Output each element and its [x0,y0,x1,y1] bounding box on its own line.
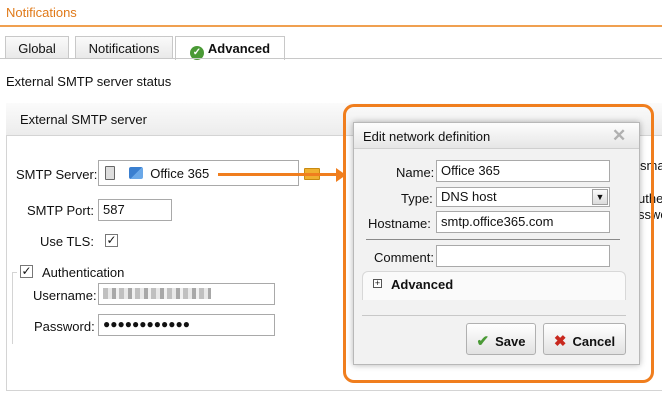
page-title: Notifications [6,5,77,20]
username-input[interactable] [98,283,275,305]
network-host-icon [128,167,143,179]
redacted-username [103,288,211,299]
password-input[interactable]: ●●●●●●●●●●●● [98,314,275,336]
authentication-label: Authentication [42,265,125,280]
tab-advanced[interactable]: ✓ Advanced [175,36,285,60]
annotation-arrow-line [218,173,338,176]
trash-icon[interactable] [105,166,115,180]
tab-notifications[interactable]: Notifications [75,36,173,59]
tab-underline [0,58,662,59]
status-heading: External SMTP server status [6,74,172,89]
smtp-port-label: SMTP Port: [27,203,94,218]
auth-fieldset-border-left [12,272,13,344]
tab-global[interactable]: Global [5,36,69,59]
username-label: Username: [33,288,97,303]
authentication-checkbox[interactable]: ✓ [20,265,33,278]
tab-advanced-label: Advanced [207,41,271,56]
use-tls-label: Use TLS: [40,234,94,249]
smtp-server-label: SMTP Server: [16,167,98,182]
highlight-annotation [343,104,654,383]
tab-global-label: Global [18,41,56,56]
title-divider [0,25,662,27]
smtp-panel-title: External SMTP server [20,112,147,127]
smtp-server-value: Office 365 [150,166,210,181]
use-tls-checkbox[interactable]: ✓ [105,234,118,247]
tab-notifications-label: Notifications [88,41,160,56]
password-label: Password: [34,319,95,334]
smtp-port-input[interactable]: 587 [98,199,172,221]
